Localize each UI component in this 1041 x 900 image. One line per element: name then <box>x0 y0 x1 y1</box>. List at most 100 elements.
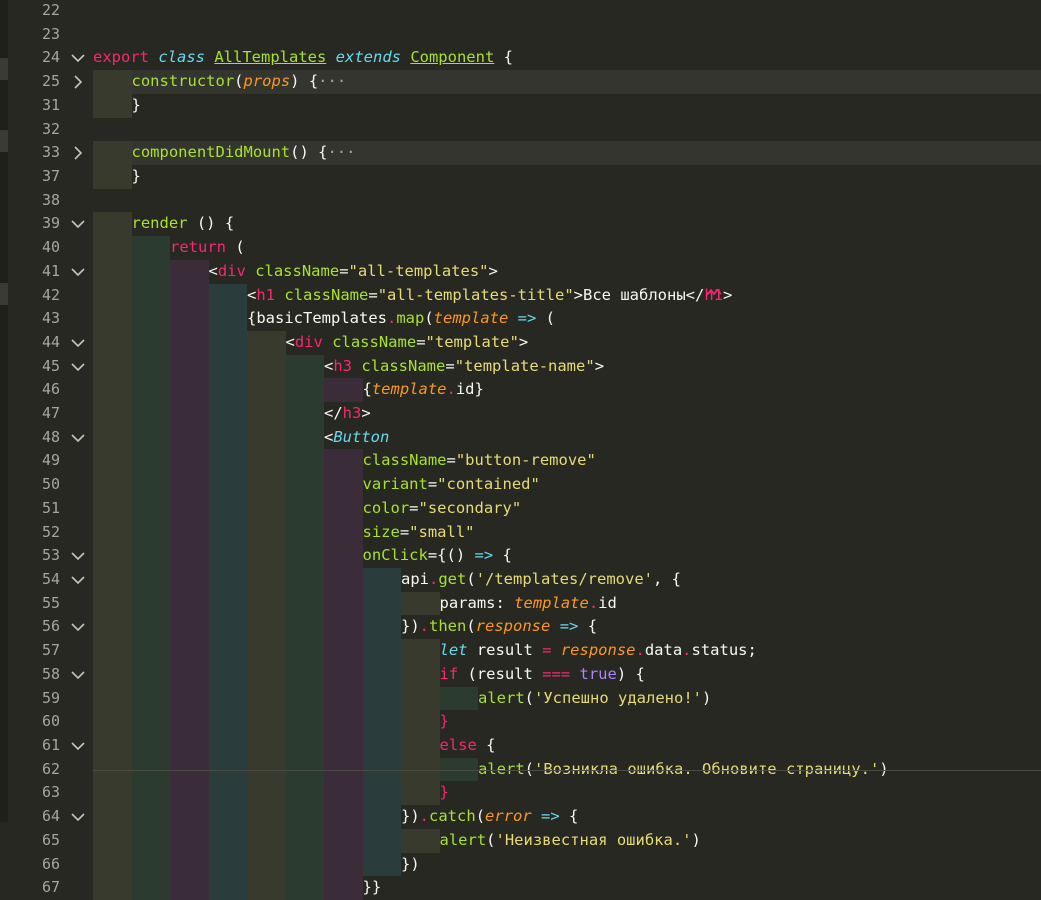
code-line[interactable]: 60} <box>0 710 1041 734</box>
indent-band <box>93 710 132 734</box>
code-line[interactable]: 52 size="small" <box>0 520 1041 545</box>
fold-chevron-down-icon[interactable] <box>70 50 86 66</box>
code-line[interactable]: 53 onClick={() => { <box>0 544 1041 569</box>
code-text: } <box>132 94 141 118</box>
code-line[interactable]: 46 {template.id} <box>0 378 1041 403</box>
indent-band <box>93 283 132 308</box>
code-token: { <box>559 807 579 826</box>
code-text: api.get('/templates/remove', { <box>401 568 681 592</box>
code-line[interactable]: 47 </h3> <box>0 402 1041 426</box>
code-line[interactable]: 24 export class AllTemplates extends Comp… <box>0 46 1041 70</box>
code-line[interactable]: 65 alert('Неизвестная ошибка.') <box>0 828 1041 853</box>
code-text: } <box>132 165 141 189</box>
code-line[interactable]: 59 alert('Успешно удалено!') <box>0 686 1041 711</box>
code-line[interactable]: 51 color="secondary" <box>0 496 1041 521</box>
code-line[interactable]: 67}} <box>0 876 1041 900</box>
indent-band <box>324 876 363 900</box>
indent-band <box>362 568 401 592</box>
code-text: <h3 className="template-name"> <box>324 355 604 379</box>
indent-band <box>285 473 324 497</box>
code-line[interactable]: 31} <box>0 93 1041 118</box>
code-line[interactable]: 41 <div className="all-templates"> <box>0 259 1041 284</box>
indent-band <box>362 662 401 687</box>
code-text: </h3> <box>324 402 371 426</box>
indent-band <box>131 876 170 900</box>
indent-band <box>362 852 401 877</box>
code-text: <h1 className="all-templates-title">Все … <box>247 284 732 308</box>
code-token: catch <box>429 807 476 826</box>
code-line[interactable]: 39 render () { <box>0 212 1041 237</box>
code-token: ) <box>702 688 712 707</box>
code-token: ( <box>524 759 535 778</box>
fold-chevron-down-icon[interactable] <box>70 809 86 825</box>
code-line[interactable]: 38 <box>0 189 1041 213</box>
indent-band <box>324 544 363 569</box>
code-token: extends <box>335 48 411 67</box>
indent-band <box>131 449 170 474</box>
fold-chevron-down-icon[interactable] <box>70 548 86 564</box>
code-line[interactable]: 48 <Button <box>0 425 1041 450</box>
code-token: = <box>416 332 426 351</box>
indent-band <box>93 236 132 260</box>
fold-chevron-down-icon[interactable] <box>70 359 86 375</box>
code-text: <Button <box>324 426 389 450</box>
indent-band <box>285 591 324 616</box>
line-number: 38 <box>41 190 60 209</box>
code-token: } <box>439 712 449 731</box>
code-line[interactable]: 37} <box>0 164 1041 189</box>
code-token: class <box>158 48 215 67</box>
fold-chevron-down-icon[interactable] <box>70 667 86 683</box>
indent-band <box>170 544 209 569</box>
code-token: = <box>446 451 456 470</box>
code-line[interactable]: 54 api.get('/templates/remove', { <box>0 568 1041 592</box>
indent-band <box>439 686 478 711</box>
indent-band <box>131 544 170 569</box>
code-line[interactable]: 55 params: template.id <box>0 591 1041 616</box>
code-line[interactable]: 58 if (result === true) { <box>0 662 1041 687</box>
code-line[interactable]: 42 <h1 className="all-templates-title">Вс… <box>0 283 1041 308</box>
indent-band <box>324 591 363 616</box>
code-line[interactable]: 64}).catch(error => { <box>0 805 1041 829</box>
fold-chevron-down-icon[interactable] <box>70 216 86 232</box>
indent-band <box>131 307 170 331</box>
code-line[interactable]: 23 <box>0 23 1041 47</box>
code-line[interactable]: 49 className="button-remove" <box>0 449 1041 474</box>
indent-band <box>208 639 247 663</box>
fold-chevron-down-icon[interactable] <box>70 430 86 446</box>
code-line[interactable]: 45 <h3 className="template-name"> <box>0 354 1041 379</box>
code-line[interactable]: 63} <box>0 781 1041 806</box>
indent-band <box>362 710 401 734</box>
indent-band <box>208 686 247 711</box>
code-line[interactable]: 40 return ( <box>0 236 1041 260</box>
fold-chevron-right-icon[interactable] <box>70 145 86 161</box>
indent-band <box>247 591 286 616</box>
code-line[interactable]: 32 <box>0 118 1041 142</box>
code-line[interactable]: 22 <box>0 0 1041 23</box>
code-line[interactable]: 50 variant="contained" <box>0 473 1041 497</box>
code-token: . <box>419 807 430 826</box>
code-line[interactable]: 43 {basicTemplates.map(template => ( <box>0 307 1041 331</box>
code-token: . <box>682 641 692 660</box>
code-line[interactable]: 56}).then(response => { <box>0 615 1041 640</box>
indent-band <box>247 639 286 663</box>
fold-chevron-down-icon[interactable] <box>70 572 86 588</box>
code-line[interactable]: 44 <div className="template"> <box>0 330 1041 355</box>
indent-band <box>93 70 132 94</box>
code-line[interactable]: 57 let result = response.data.status; <box>0 639 1041 663</box>
code-line[interactable]: 61 else { <box>0 734 1041 758</box>
fold-chevron-down-icon[interactable] <box>70 738 86 754</box>
fold-chevron-down-icon[interactable] <box>70 619 86 635</box>
code-line[interactable]: 25 constructor(props) {··· <box>0 70 1041 94</box>
fold-chevron-down-icon[interactable] <box>70 264 86 280</box>
indent-band <box>247 473 286 497</box>
code-token: >Все шаблоны</ <box>573 285 705 304</box>
code-token: < <box>324 356 334 375</box>
code-line[interactable]: 33 componentDidMount() {··· <box>0 141 1041 165</box>
fold-chevron-down-icon[interactable] <box>70 335 86 351</box>
fold-chevron-right-icon[interactable] <box>70 74 86 90</box>
code-line[interactable]: 66}) <box>0 852 1041 877</box>
code-token: className <box>361 356 446 375</box>
code-editor[interactable]: 22 23 24 export class AllTemplates extends … <box>0 0 1041 900</box>
